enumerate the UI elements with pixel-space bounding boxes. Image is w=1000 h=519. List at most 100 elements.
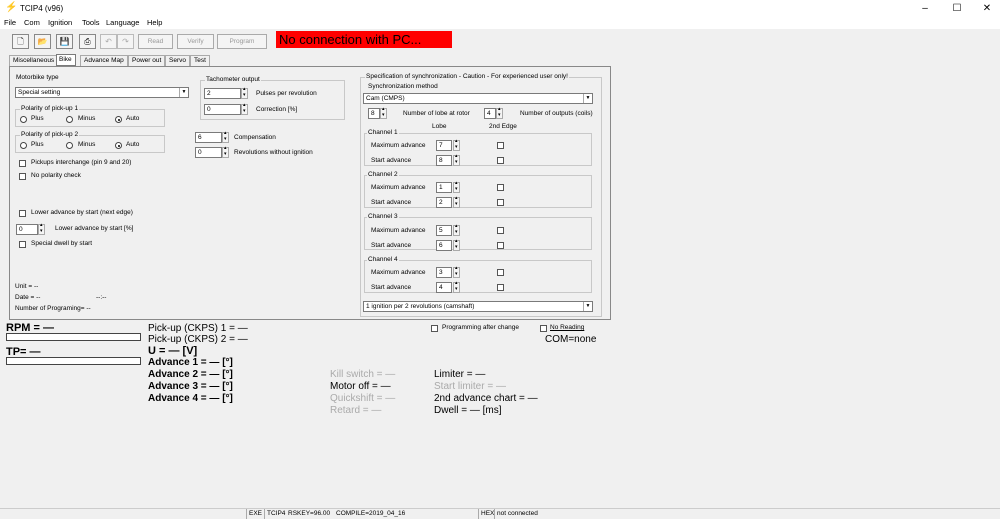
channel-4-title: Channel 4 (367, 256, 399, 263)
ch4-max-edge-checkbox[interactable] (497, 269, 504, 276)
ch2-start-edge-checkbox[interactable] (497, 199, 504, 206)
ch3-start-adv-input[interactable]: 6 (436, 240, 452, 251)
menu-file[interactable]: File (4, 18, 16, 27)
ch2-max-adv-input[interactable]: 1 (436, 182, 452, 193)
menu-help[interactable]: Help (147, 18, 162, 27)
ch2-start-adv-input[interactable]: 2 (436, 197, 452, 208)
tab-advance-map[interactable]: Advance Map (80, 55, 128, 66)
ignition-mode-select[interactable]: 1 ignition per 2 revolutions (camshaft) … (363, 301, 593, 312)
tab-servo[interactable]: Servo (165, 55, 190, 66)
lobe-count-spinner[interactable] (380, 106, 387, 119)
pol2-minus-radio[interactable] (66, 142, 73, 149)
ch1-max-edge-checkbox[interactable] (497, 142, 504, 149)
pol2-plus-radio[interactable] (20, 142, 27, 149)
outputs-count-spinner[interactable] (496, 106, 503, 119)
bike-panel: Motorbike type Special setting ▼ Polarit… (9, 66, 611, 320)
program-button[interactable]: Program (217, 34, 267, 49)
ch4-start-adv-spinner[interactable] (453, 280, 460, 293)
date-time-text: --:-- (96, 294, 107, 301)
menu-ignition[interactable]: Ignition (48, 18, 72, 27)
menu-com[interactable]: Com (24, 18, 40, 27)
open-folder-icon: 📂 (37, 37, 48, 46)
revolutions-input[interactable]: 0 (195, 147, 222, 158)
lobe-column-header: Lobe (432, 123, 447, 130)
new-file-icon: 🗋 (17, 37, 24, 46)
undo-button[interactable]: ↶ (100, 34, 117, 49)
ckps1-readout: Pick-up (CKPS) 1 = — (148, 323, 248, 334)
ch1-max-adv-spinner[interactable] (453, 138, 460, 151)
channel-1-title: Channel 1 (367, 129, 399, 136)
pol1-minus-radio[interactable] (66, 116, 73, 123)
read-button[interactable]: Read (138, 34, 173, 49)
dwell-readout: Dwell = — [ms] (434, 405, 502, 416)
ch4-start-edge-checkbox[interactable] (497, 284, 504, 291)
correction-input[interactable]: 0 (204, 104, 241, 115)
ch1-max-adv-input[interactable]: 7 (436, 140, 452, 151)
lower-adv-spinner[interactable] (38, 222, 45, 235)
revolutions-spinner[interactable] (222, 145, 229, 158)
ch3-start-adv-spinner[interactable] (453, 238, 460, 251)
print-button[interactable]: ⎙ (79, 34, 96, 49)
ch3-max-adv-spinner[interactable] (453, 223, 460, 236)
tab-bike[interactable]: Bike (56, 54, 76, 66)
tab-power-out[interactable]: Power out (128, 55, 166, 66)
ch1-start-edge-checkbox[interactable] (497, 157, 504, 164)
pol1-auto-radio[interactable] (115, 116, 122, 123)
correction-spinner[interactable] (241, 102, 248, 115)
motorbike-type-label: Motorbike type (16, 74, 59, 81)
pol2-minus-label: Minus (78, 141, 96, 148)
new-file-button[interactable]: 🗋 (12, 34, 29, 49)
ch4-start-adv-input[interactable]: 4 (436, 282, 452, 293)
pol1-minus-label: Minus (78, 115, 96, 122)
close-button[interactable]: ✕ (972, 0, 1000, 17)
motorbike-type-select[interactable]: Special setting ▼ (15, 87, 189, 98)
lobe-count-input[interactable]: 8 (368, 108, 380, 119)
programming-after-change-checkbox[interactable] (431, 325, 438, 332)
sync-method-select[interactable]: Cam (CMPS) ▼ (363, 93, 593, 104)
menu-language[interactable]: Language (106, 18, 139, 27)
minimize-button[interactable]: – (910, 0, 940, 17)
ch4-max-adv-spinner[interactable] (453, 265, 460, 278)
ch1-start-adv-spinner[interactable] (453, 153, 460, 166)
save-button[interactable]: 💾 (56, 34, 73, 49)
ch3-start-edge-checkbox[interactable] (497, 242, 504, 249)
outputs-count-input[interactable]: 4 (484, 108, 496, 119)
special-dwell-checkbox[interactable] (19, 241, 26, 248)
compensation-input[interactable]: 6 (195, 132, 222, 143)
ch2-max-edge-checkbox[interactable] (497, 184, 504, 191)
compensation-spinner[interactable] (222, 130, 229, 143)
lower-adv-input[interactable]: 0 (16, 224, 38, 235)
no-polarity-checkbox[interactable] (19, 173, 26, 180)
kill-switch-readout: Kill switch = — (330, 369, 396, 380)
synchronization-title: Specification of synchronization - Cauti… (365, 73, 569, 80)
pol2-auto-radio[interactable] (115, 142, 122, 149)
ch3-max-edge-checkbox[interactable] (497, 227, 504, 234)
rpm-bar (6, 333, 141, 341)
pulses-spinner[interactable] (241, 86, 248, 99)
ch2-start-adv-spinner[interactable] (453, 195, 460, 208)
lobe-count-label: Number of lobe at rotor (403, 110, 470, 117)
ch4-max-adv-input[interactable]: 3 (436, 267, 452, 278)
redo-button[interactable]: ↷ (117, 34, 134, 49)
ch1-start-adv-input[interactable]: 8 (436, 155, 452, 166)
maximize-button[interactable]: ☐ (942, 0, 972, 17)
no-reading-checkbox[interactable] (540, 325, 547, 332)
verify-button[interactable]: Verify (177, 34, 214, 49)
pickups-interchange-checkbox[interactable] (19, 160, 26, 167)
lower-adv-label: Lower advance by start [%] (55, 225, 134, 232)
ch2-max-adv-spinner[interactable] (453, 180, 460, 193)
ch1-start-adv-label: Start advance (371, 157, 412, 164)
tab-miscellaneous[interactable]: Miscellaneous (9, 55, 59, 66)
pulses-input[interactable]: 2 (204, 88, 241, 99)
ch2-start-adv-label: Start advance (371, 199, 412, 206)
lower-adv-edge-checkbox[interactable] (19, 210, 26, 217)
tab-test[interactable]: Test (190, 55, 210, 66)
open-file-button[interactable]: 📂 (34, 34, 51, 49)
menu-tools[interactable]: Tools (82, 18, 100, 27)
no-reading-label: No Reading (550, 324, 585, 331)
connection-banner: No connection with PC... (276, 31, 452, 48)
ch3-max-adv-input[interactable]: 5 (436, 225, 452, 236)
pol2-plus-label: Plus (31, 141, 44, 148)
pol1-plus-radio[interactable] (20, 116, 27, 123)
quickshift-readout: Quickshift = — (330, 393, 396, 404)
